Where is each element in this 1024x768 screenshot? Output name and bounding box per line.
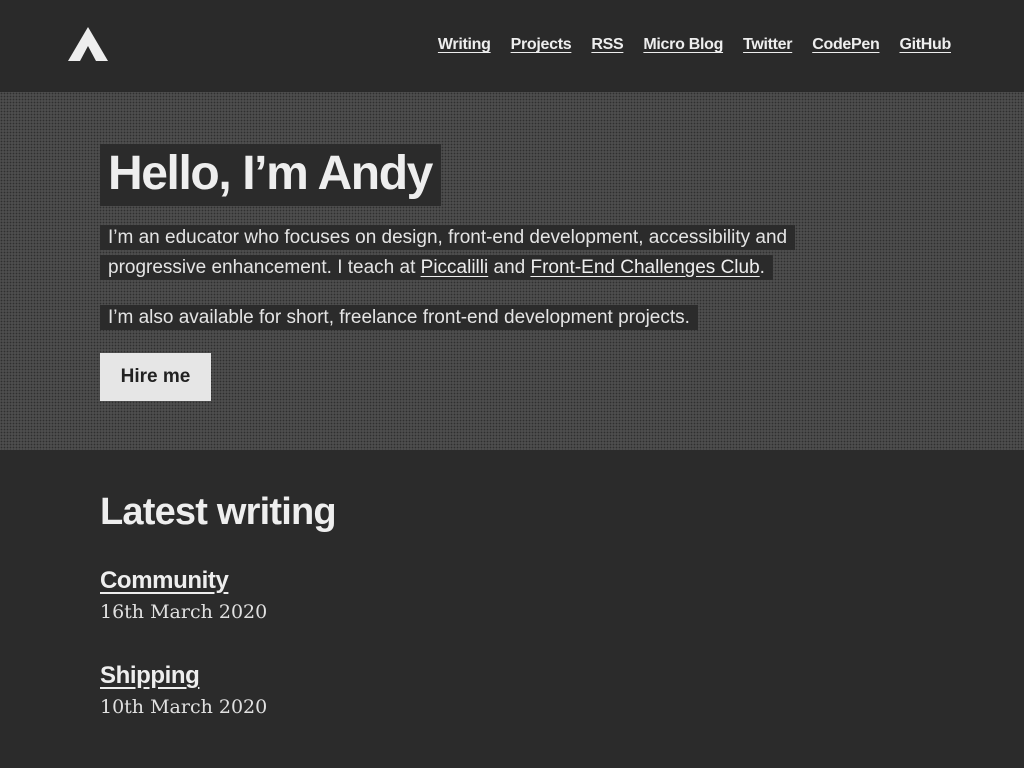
intro-paragraph: I’m an educator who focuses on design, f… — [100, 223, 860, 283]
nav-link-twitter[interactable]: Twitter — [743, 36, 792, 54]
nav-link-rss[interactable]: RSS — [591, 36, 623, 54]
nav-link-github[interactable]: GitHub — [899, 36, 951, 54]
latest-writing-section: Latest writing Community 16th March 2020… — [100, 488, 920, 720]
freelance-paragraph: I’m also available for short, freelance … — [100, 303, 860, 333]
site-header: Writing Projects RSS Micro Blog Twitter … — [0, 0, 1024, 92]
piccalilli-link[interactable]: Piccalilli — [421, 257, 489, 278]
post-date: 16th March 2020 — [100, 601, 268, 623]
post-item: Community 16th March 2020 — [100, 566, 920, 625]
main-nav: Writing Projects RSS Micro Blog Twitter … — [438, 36, 951, 54]
nav-link-micro-blog[interactable]: Micro Blog — [643, 36, 723, 54]
freelance-text: I’m also available for short, freelance … — [100, 305, 698, 330]
post-item: Shipping 10th March 2020 — [100, 661, 920, 720]
nav-link-writing[interactable]: Writing — [438, 36, 491, 54]
post-title-link[interactable]: Shipping — [100, 661, 200, 691]
intro-text-end: . — [759, 257, 765, 278]
triangle-logo-icon[interactable] — [68, 27, 108, 61]
post-title-link[interactable]: Community — [100, 566, 229, 596]
latest-writing-title: Latest writing — [100, 491, 337, 533]
nav-link-codepen[interactable]: CodePen — [812, 36, 880, 54]
front-end-challenges-club-link[interactable]: Front-End Challenges Club — [530, 257, 759, 278]
nav-link-projects[interactable]: Projects — [511, 36, 572, 54]
intro-text-mid: and — [488, 257, 531, 278]
post-date: 10th March 2020 — [100, 696, 268, 718]
hire-me-button[interactable]: Hire me — [100, 353, 211, 401]
intro-title: Hello, I’m Andy — [100, 144, 441, 206]
intro-section: Hello, I’m Andy I’m an educator who focu… — [0, 92, 1024, 450]
